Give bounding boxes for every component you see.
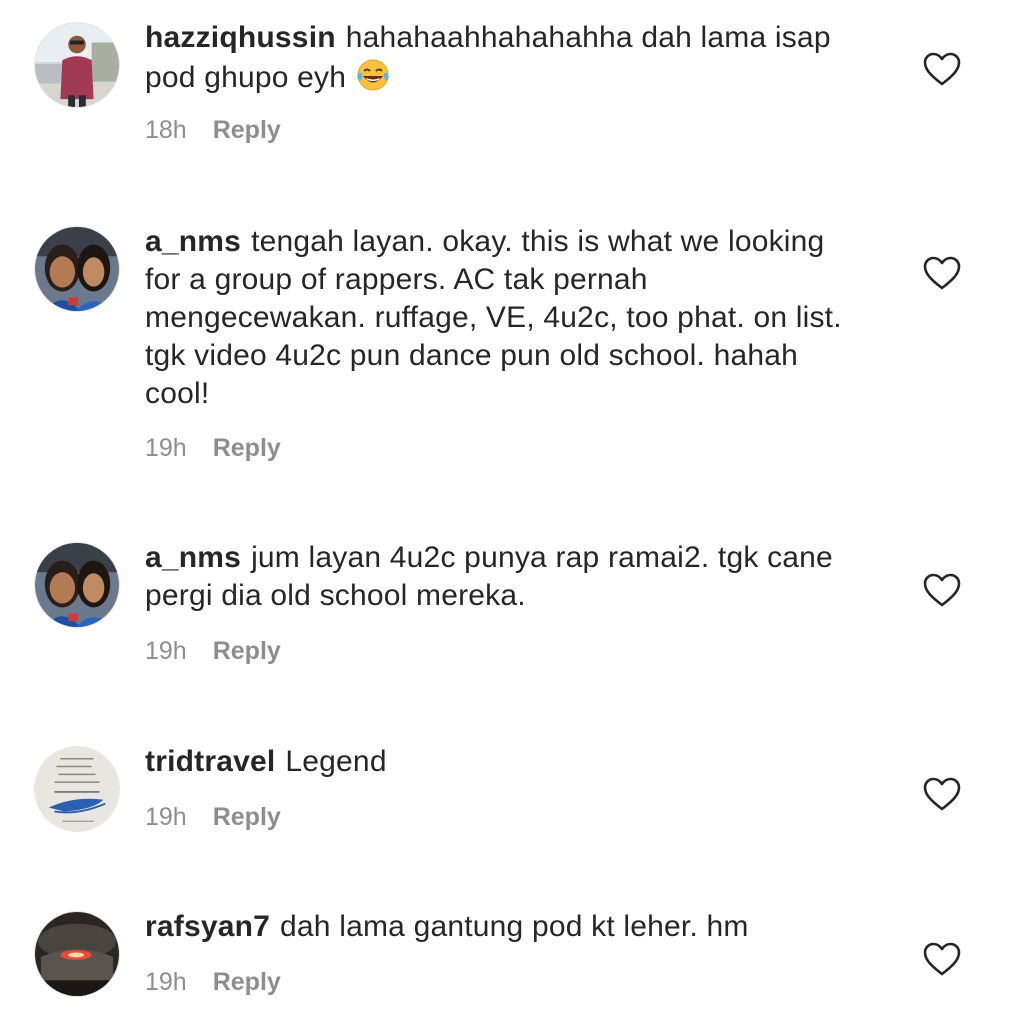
comment-meta: 19h Reply xyxy=(145,967,281,997)
like-button[interactable] xyxy=(920,938,964,982)
comment-body: dah lama gantung pod kt leher. hm xyxy=(280,910,749,943)
comment-username[interactable]: rafsyan7 xyxy=(145,910,270,943)
comment-text: rafsyan7 dah lama gantung pod kt leher. h… xyxy=(145,908,865,946)
reply-button[interactable]: Reply xyxy=(213,967,281,997)
heart-icon xyxy=(923,942,961,976)
comment-item: rafsyan7 dah lama gantung pod kt leher. h… xyxy=(0,0,1018,1024)
user-avatar[interactable] xyxy=(34,911,120,997)
avatar-image xyxy=(35,912,119,996)
comment-timestamp: 19h xyxy=(145,968,187,996)
